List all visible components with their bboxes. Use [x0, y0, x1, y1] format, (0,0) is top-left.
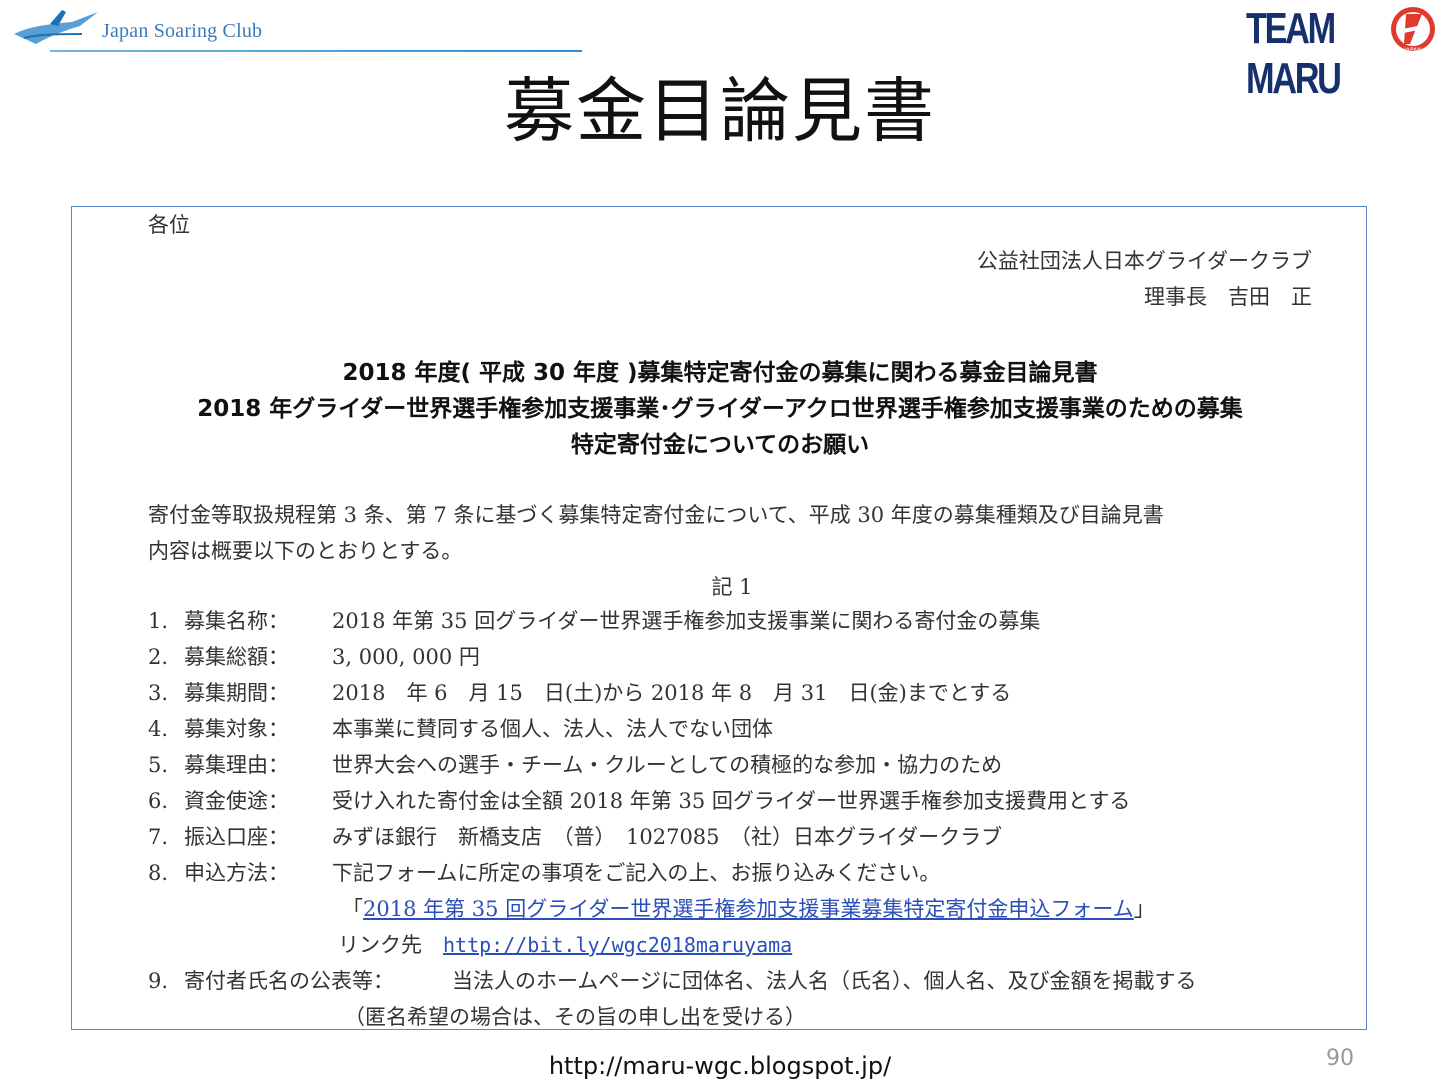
team-maru-logo: TEAM MARU JAPAN — [1246, 2, 1438, 103]
item-value: 当法人のホームページに団体名、法人名（氏名）、個人名、及び金額を掲載する — [452, 969, 1197, 993]
note-heading: 記 1 — [711, 575, 753, 599]
item-number: 1. — [148, 609, 169, 633]
item-value: 2018 年第 35 回グライダー世界選手権参加支援事業に関わる寄付金の募集 — [332, 609, 1041, 633]
item-label: 資金使途： — [184, 789, 289, 813]
item-list: 1. 募集名称： 2018 年第 35 回グライダー世界選手権参加支援事業に関わ… — [148, 603, 1348, 1029]
list-item: 2. 募集総額： 3, 000, 000 円 — [148, 639, 1348, 675]
maru-emblem-sub: JAPAN — [1403, 47, 1422, 54]
item-value: 下記フォームに所定の事項をご記入の上、お振り込みください。 — [332, 861, 941, 885]
item-number: 6. — [148, 789, 169, 813]
page-title: 募金目論見書 — [504, 70, 936, 152]
item-value: 受け入れた寄付金は全額 2018 年第 35 回グライダー世界選手権参加支援費用… — [332, 789, 1131, 813]
item-number: 2. — [148, 645, 169, 669]
list-item: 8. 申込方法： 下記フォームに所定の事項をご記入の上、お振り込みください。 — [148, 855, 1348, 891]
item-number: 8. — [148, 861, 169, 885]
item-number: 5. — [148, 753, 169, 777]
item-value: 2018 年 6 月 15 日(土)から 2018 年 8 月 31 日(金)ま… — [332, 681, 1012, 705]
form-bracket-open: 「 — [342, 897, 363, 921]
url-link-row: リンク先 http://bit.ly/wgc2018maruyama — [148, 927, 1348, 963]
list-item: 6. 資金使途： 受け入れた寄付金は全額 2018 年第 35 回グライダー世界… — [148, 783, 1348, 819]
jsc-logo-text: Japan Soaring Club — [102, 20, 263, 42]
document-heading-1: 2018 年度( 平成 30 年度 )募集特定寄付金の募集に関わる募金目論見書 — [342, 360, 1098, 386]
item-value: 3, 000, 000 円 — [332, 645, 480, 669]
maru-emblem-icon: JAPAN — [1391, 7, 1435, 54]
application-form-link[interactable]: 2018 年第 35 回グライダー世界選手権参加支援事業募集特定寄付金申込フォー… — [363, 897, 1134, 921]
form-link-row: 「2018 年第 35 回グライダー世界選手権参加支援事業募集特定寄付金申込フォ… — [148, 891, 1348, 927]
item-value: みずほ銀行 新橋支店 （普） 1027085 （社）日本グライダークラブ — [332, 825, 1003, 849]
intro-line-1: 寄付金等取扱規程第 3 条、第 7 条に基づく募集特定寄付金について、平成 30… — [148, 503, 1164, 527]
item-number: 7. — [148, 825, 169, 849]
page-number: 90 — [1326, 1046, 1354, 1071]
chairman-name: 理事長 吉田 正 — [1144, 285, 1312, 309]
footer-url: http://maru-wgc.blogspot.jp/ — [548, 1052, 892, 1080]
list-item: 4. 募集対象： 本事業に賛同する個人、法人、法人でない団体 — [148, 711, 1348, 747]
item-value: 世界大会への選手・チーム・クルーとしての積極的な参加・協力のため — [332, 753, 1003, 777]
form-bracket-close: 」 — [1133, 897, 1155, 921]
list-item: 1. 募集名称： 2018 年第 35 回グライダー世界選手権参加支援事業に関わ… — [148, 603, 1348, 639]
item-label: 募集総額： — [184, 645, 289, 669]
item-9-note: （匿名希望の場合は、その旨の申し出を受ける） — [344, 1005, 806, 1029]
link-prefix: リンク先 — [338, 933, 443, 957]
intro-line-2: 内容は概要以下のとおりとする。 — [148, 539, 463, 563]
item-number: 4. — [148, 717, 169, 741]
short-url-link[interactable]: http://bit.ly/wgc2018maruyama — [443, 933, 792, 957]
organization-name: 公益社団法人日本グライダークラブ — [976, 249, 1312, 273]
list-item: 7. 振込口座： みずほ銀行 新橋支店 （普） 1027085 （社）日本グライ… — [148, 819, 1348, 855]
list-item: 5. 募集理由： 世界大会への選手・チーム・クルーとしての積極的な参加・協力のた… — [148, 747, 1348, 783]
japan-soaring-club-logo: Japan Soaring Club — [10, 4, 590, 54]
document-heading-3: 特定寄付金についてのお願い — [570, 432, 870, 458]
addressee: 各位 — [148, 213, 190, 237]
header-divider — [50, 50, 582, 52]
item-label: 募集名称： — [184, 609, 289, 633]
list-item: 9. 寄付者氏名の公表等： 当法人のホームページに団体名、法人名（氏名）、個人名… — [148, 963, 1348, 999]
item-label: 申込方法： — [184, 861, 289, 885]
item-label: 募集理由： — [184, 753, 289, 777]
document-image: 各位 公益社団法人日本グライダークラブ 理事長 吉田 正 2018 年度( 平成… — [71, 206, 1367, 1030]
item-number: 9. — [148, 969, 169, 993]
item-value: 本事業に賛同する個人、法人、法人でない団体 — [332, 717, 773, 741]
list-item: 3. 募集期間： 2018 年 6 月 15 日(土)から 2018 年 8 月… — [148, 675, 1348, 711]
item-label: 募集対象： — [184, 717, 289, 741]
document-heading-2: 2018 年グライダー世界選手権参加支援事業･グライダーアクロ世界選手権参加支援… — [197, 396, 1243, 422]
item-label: 振込口座： — [184, 825, 289, 849]
item-9-note-row: （匿名希望の場合は、その旨の申し出を受ける） — [148, 999, 1348, 1029]
item-label: 寄付者氏名の公表等： — [184, 969, 394, 993]
item-label: 募集期間： — [184, 681, 289, 705]
glider-icon — [14, 10, 98, 44]
item-number: 3. — [148, 681, 169, 705]
